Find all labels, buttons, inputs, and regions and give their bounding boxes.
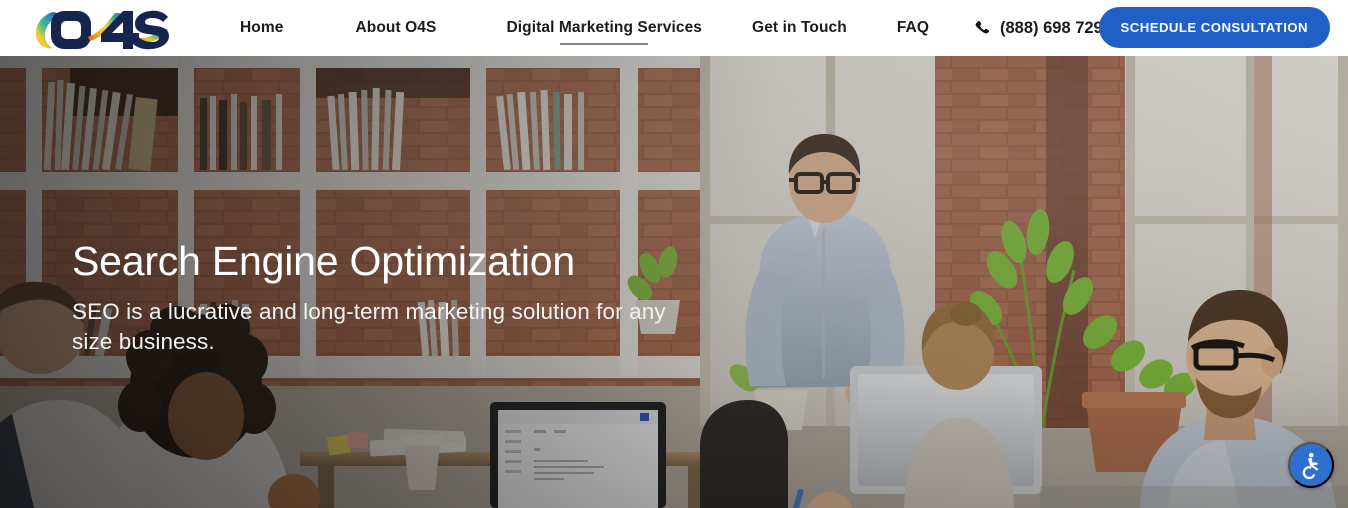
primary-navigation: Home About O4S Digital Marketing Service… [240,0,1112,56]
nav-item-label: Get in Touch [752,19,847,36]
hero-copy: Search Engine Optimization SEO is a lucr… [72,239,732,357]
hero-section: Search Engine Optimization SEO is a lucr… [0,56,1348,508]
phone-icon [975,20,991,36]
nav-item-digital-marketing-services[interactable]: Digital Marketing Services [506,0,702,56]
hero-subtitle: SEO is a lucrative and long-term marketi… [72,299,666,355]
nav-item-label: About O4S [355,19,437,36]
header-phone-link[interactable]: (888) 698 7295 [975,0,1112,56]
nav-item-label: Home [240,19,284,36]
site-logo[interactable] [28,0,176,56]
schedule-consultation-button[interactable]: SCHEDULE CONSULTATION [1098,7,1330,48]
nav-item-label: Digital Marketing Services [506,19,703,36]
nav-item-get-in-touch[interactable]: Get in Touch [752,0,847,56]
accessibility-widget-button[interactable] [1288,442,1334,488]
nav-item-home[interactable]: Home [240,0,283,56]
nav-item-faq[interactable]: FAQ [897,0,929,56]
nav-item-about-o4s[interactable]: About O4S [355,0,436,56]
phone-number-text: (888) 698 7295 [999,18,1112,37]
page-title: Search Engine Optimization [72,238,576,284]
logo-o4s-mark [35,10,169,50]
page-root: Home About O4S Digital Marketing Service… [0,0,1348,508]
wheelchair-accessibility-icon [1302,452,1319,479]
site-header: Home About O4S Digital Marketing Service… [0,0,1348,56]
nav-item-label: FAQ [896,19,929,36]
